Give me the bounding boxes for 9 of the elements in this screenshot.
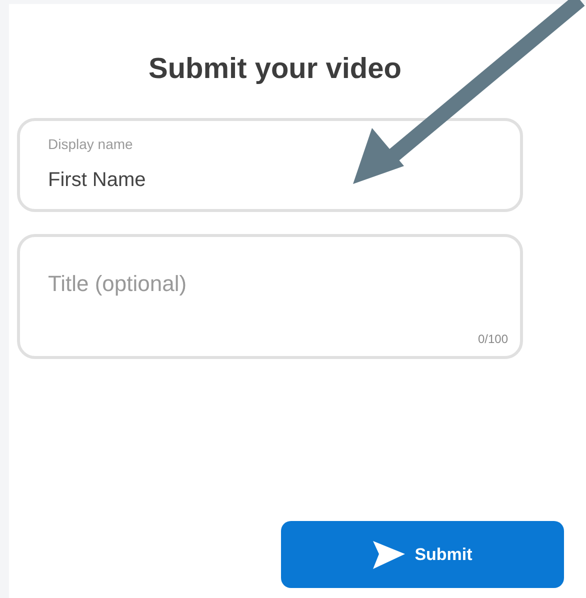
character-counter: 0/100 xyxy=(478,330,508,348)
display-name-field[interactable]: Display name First Name xyxy=(17,118,523,212)
title-field[interactable]: Title (optional) 0/100 xyxy=(17,234,523,358)
name-input[interactable]: First Name xyxy=(48,164,348,194)
field-label: Display name xyxy=(48,134,133,154)
send-icon xyxy=(372,540,405,568)
title-input[interactable]: Title (optional) xyxy=(48,266,468,306)
submit-button[interactable]: Submit xyxy=(281,521,564,588)
form-title: Submit your video xyxy=(148,52,402,87)
